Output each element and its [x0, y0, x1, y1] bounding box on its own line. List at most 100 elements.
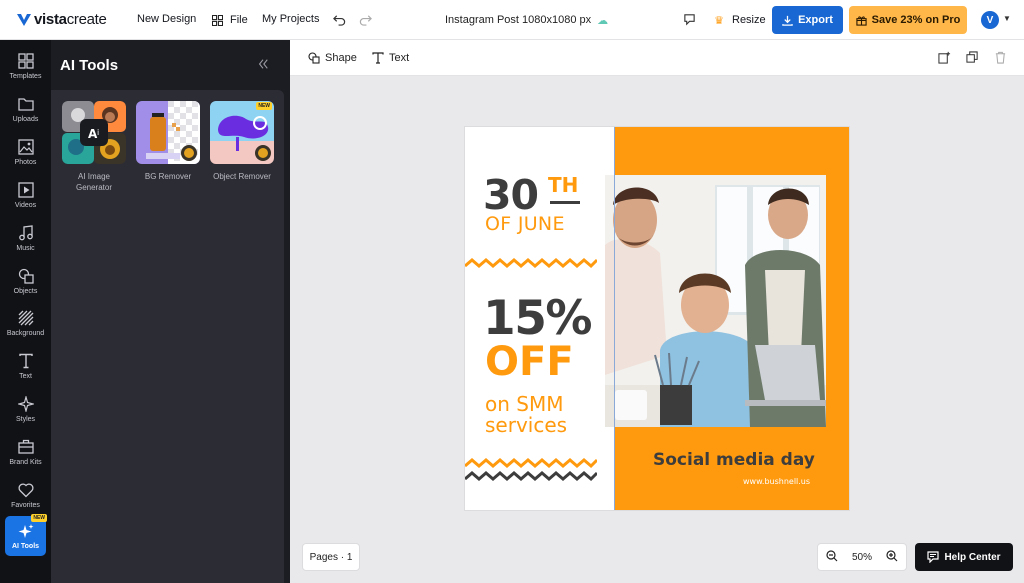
download-icon [782, 15, 793, 26]
trash-icon[interactable] [994, 51, 1008, 65]
document-title-text: Instagram Post 1080x1080 px [445, 14, 592, 26]
export-label: Export [798, 14, 833, 26]
pages-button[interactable]: Pages · 1 [302, 543, 360, 571]
chat-icon [927, 551, 940, 563]
zoom-out-icon[interactable] [826, 549, 838, 565]
file-menu-button[interactable]: File [210, 13, 248, 27]
rail-item-styles[interactable]: Styles [0, 388, 51, 430]
tool-ai-image-generator[interactable]: A i AI Image Generator [62, 101, 126, 193]
office-team-photo[interactable] [605, 175, 826, 427]
help-center-button[interactable]: Help Center [915, 543, 1013, 571]
rail-label: Objects [13, 287, 38, 295]
resize-label: Resize [732, 14, 766, 26]
duplicate-icon[interactable] [966, 51, 980, 65]
logo-mark-icon [17, 13, 31, 26]
zigzag-bottom-pair[interactable] [465, 457, 597, 483]
text-t-icon [18, 353, 33, 368]
gift-icon [856, 15, 867, 26]
rail-item-music[interactable]: Music [0, 217, 51, 259]
tool-bg-remover[interactable]: BG Remover [136, 101, 200, 182]
design-canvas[interactable]: 30 TH OF JUNE 15% OFF on SMM services So… [465, 127, 849, 510]
discount-off-text[interactable]: OFF [485, 339, 574, 385]
alignment-guide [614, 127, 615, 510]
tool-label: AI Image Generator [75, 172, 113, 192]
rail-item-text[interactable]: Text [0, 345, 51, 387]
zigzag-orange-top[interactable] [465, 257, 597, 269]
svg-text:i: i [97, 128, 99, 137]
rail-item-brand-kits[interactable]: Brand Kits [0, 431, 51, 473]
shape-icon [308, 52, 320, 64]
resize-button[interactable]: ♛ Resize [712, 13, 766, 27]
panel-title: AI Tools [60, 57, 119, 74]
month-text[interactable]: OF JUNE [485, 213, 565, 235]
new-design-label: New Design [137, 13, 197, 25]
suffix-underline[interactable] [550, 201, 580, 204]
rail-item-uploads[interactable]: Uploads [0, 88, 51, 130]
add-page-icon[interactable] [938, 51, 952, 65]
date-suffix-text[interactable]: TH [548, 173, 578, 197]
rail-label: Templates [9, 72, 42, 80]
date-day-text[interactable]: 30 [483, 171, 539, 219]
rail-item-photos[interactable]: Photos [0, 131, 51, 173]
bg-remover-thumbnail [136, 101, 200, 164]
rail-label: Text [19, 372, 32, 380]
tool-label: Object Remover [213, 172, 271, 181]
upgrade-pro-button[interactable]: Save 23% on Pro [849, 6, 967, 34]
element-toolbar: Shape Text [290, 40, 1024, 76]
user-avatar[interactable]: V [981, 11, 999, 29]
file-label: File [230, 14, 248, 26]
zoom-control: 50% [817, 543, 907, 571]
image-icon [17, 138, 34, 155]
tool-object-remover[interactable]: NEW Object Remover [210, 101, 274, 182]
zoom-level[interactable]: 50% [852, 552, 872, 563]
shape-button[interactable]: Shape [308, 40, 357, 76]
headline-text[interactable]: Social media day [653, 450, 815, 470]
rail-item-favorites[interactable]: Favorites [0, 474, 51, 516]
stripes-icon [18, 310, 33, 325]
crown-icon: ♛ [714, 14, 724, 27]
folder-icon [17, 97, 34, 111]
undo-icon[interactable] [333, 13, 347, 27]
top-bar: vistacreate New Design File My Projects … [0, 0, 1024, 40]
rail-label: Uploads [12, 115, 39, 123]
heart-icon [17, 482, 34, 497]
chevron-down-icon[interactable]: ▼ [1003, 14, 1011, 23]
logo-text: vistacreate [34, 11, 107, 28]
left-rail: Templates Uploads Photos Videos Music Ob… [0, 40, 51, 583]
templates-icon [17, 52, 34, 69]
my-projects-button[interactable]: My Projects [262, 13, 319, 25]
rail-item-ai-tools[interactable]: NEW AI Tools [5, 514, 47, 556]
tool-label: BG Remover [144, 172, 192, 181]
new-badge: NEW [256, 102, 272, 110]
object-remover-thumbnail: NEW [210, 101, 274, 164]
rail-label: Background [6, 329, 45, 337]
rail-label: Favorites [11, 501, 40, 509]
service-line2-text[interactable]: services [485, 413, 567, 437]
discount-percent-text[interactable]: 15% [483, 291, 593, 346]
new-design-button[interactable]: New Design [137, 13, 196, 25]
zoom-in-icon[interactable] [886, 549, 898, 565]
redo-icon[interactable] [359, 13, 373, 27]
vistacreate-logo[interactable]: vistacreate [16, 11, 128, 28]
rail-item-background[interactable]: Background [0, 302, 51, 344]
rail-label: Videos [14, 201, 37, 209]
ai-image-generator-thumbnail: A i [62, 101, 126, 164]
rail-label: Styles [15, 415, 36, 423]
sparkle-icon [17, 395, 34, 412]
website-url-text[interactable]: www.bushnell.us [743, 477, 810, 486]
rail-item-templates[interactable]: Templates [0, 45, 51, 87]
grid-icon [210, 13, 224, 27]
text-button[interactable]: Text [372, 40, 409, 76]
upgrade-pro-label: Save 23% on Pro [871, 14, 961, 26]
briefcase-icon [17, 439, 34, 454]
collapse-panel-icon[interactable] [257, 57, 271, 71]
document-title[interactable]: Instagram Post 1080x1080 px ☁ [445, 0, 608, 40]
rail-label: Music [16, 244, 35, 252]
my-projects-label: My Projects [262, 13, 320, 25]
export-button[interactable]: Export [772, 6, 843, 34]
play-icon [17, 181, 34, 198]
rail-item-objects[interactable]: Objects [0, 260, 51, 302]
comment-icon[interactable] [683, 13, 697, 27]
rail-item-videos[interactable]: Videos [0, 174, 51, 216]
rail-label: AI Tools [11, 542, 40, 550]
